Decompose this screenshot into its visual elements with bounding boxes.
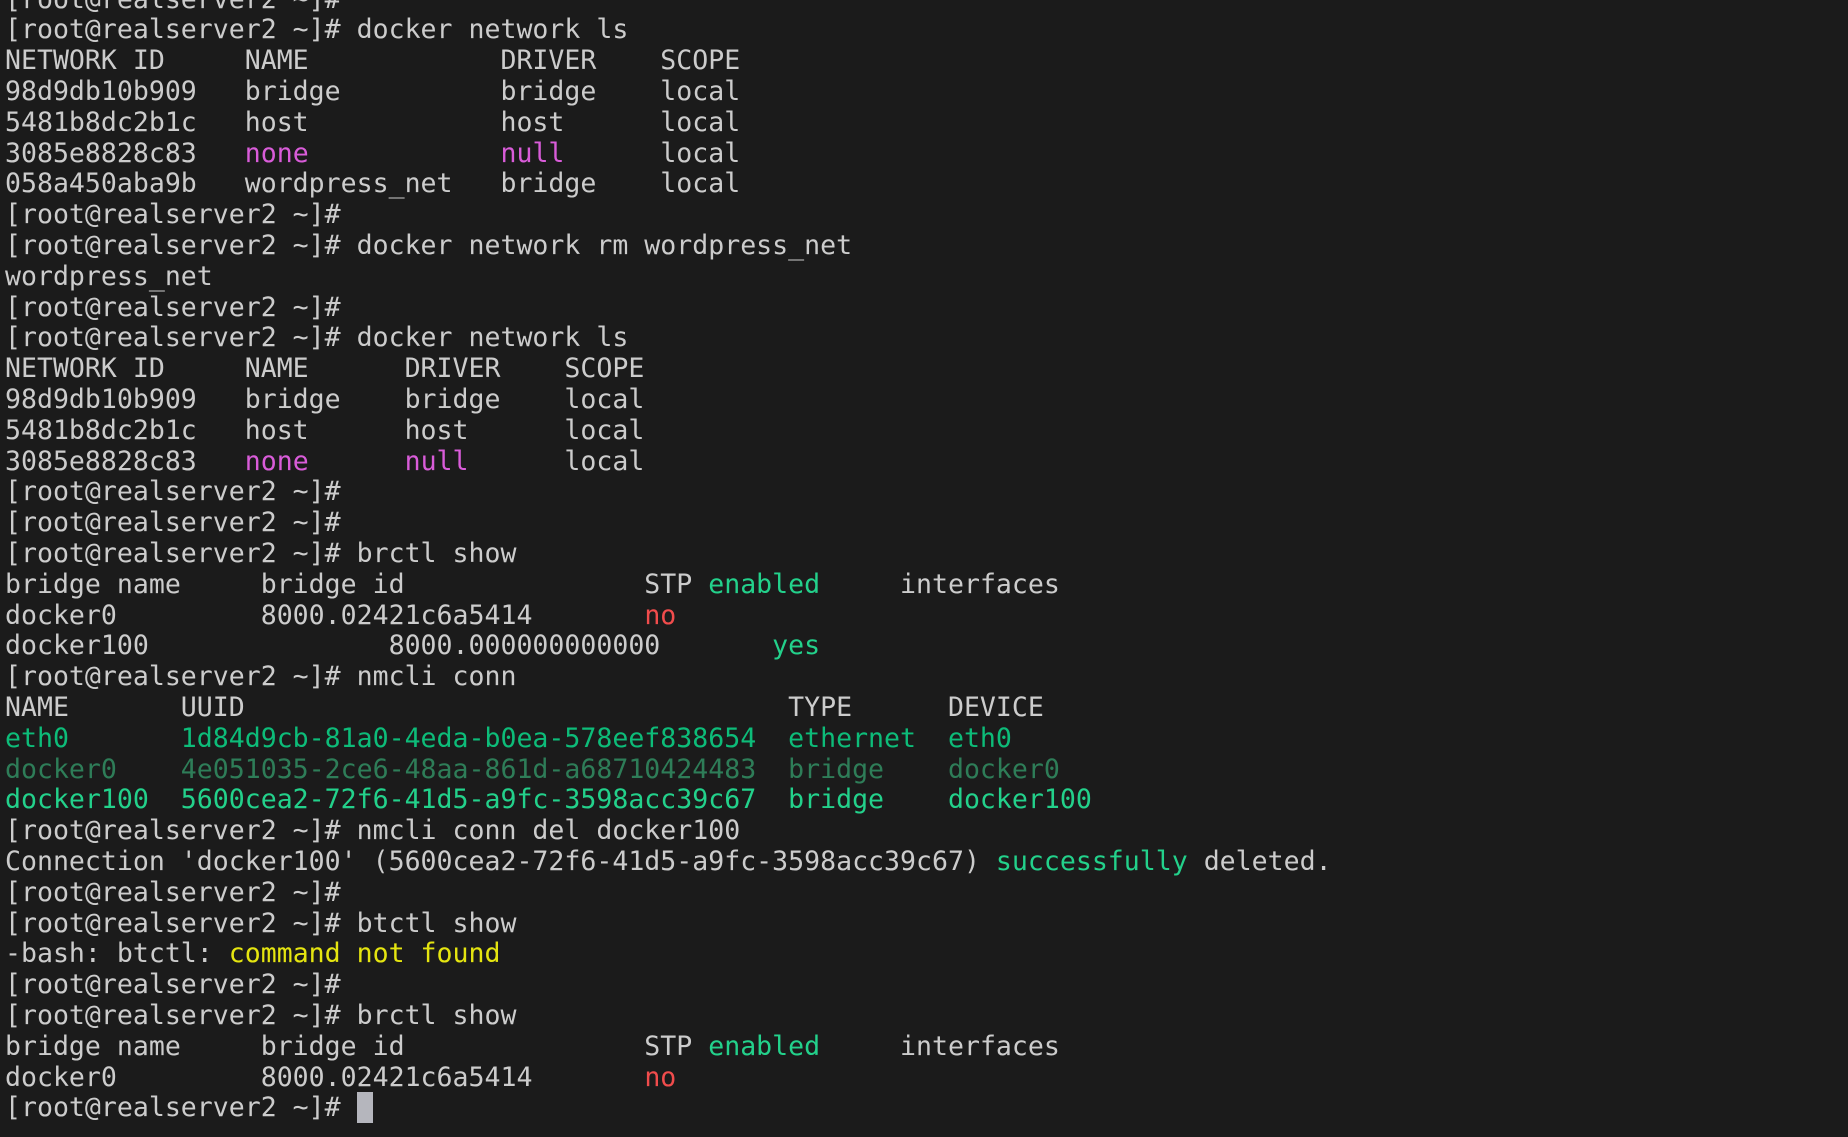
terminal-text: command not found	[229, 938, 501, 969]
terminal-text: eth0 1d84d9cb-81a0-4eda-b0ea-578eef83865…	[5, 723, 1012, 754]
terminal-text: [root@realserver2 ~]#	[5, 507, 341, 538]
terminal-text: wordpress_net	[5, 261, 213, 292]
terminal-text: enabled	[708, 569, 820, 600]
terminal-text: [root@realserver2 ~]#	[5, 476, 341, 507]
terminal-output: [root@realserver2 ~]#[root@realserver2 ~…	[5, 0, 1332, 1124]
terminal-text: -bash: btctl:	[5, 938, 229, 969]
terminal-text: bridge name bridge id STP	[5, 1031, 708, 1062]
terminal-text: bridge name bridge id STP	[5, 569, 708, 600]
terminal-line: [root@realserver2 ~]# nmcli conn	[5, 662, 1332, 693]
terminal-text: docker0 4e051035-2ce6-48aa-861d-a6871042…	[5, 754, 1060, 785]
terminal-text: [root@realserver2 ~]# docker network ls	[5, 322, 628, 353]
terminal-line: [root@realserver2 ~]# docker network ls	[5, 323, 1332, 354]
terminal-text: [root@realserver2 ~]#	[5, 969, 341, 1000]
terminal-text: local	[564, 138, 740, 169]
terminal-line: docker100 5600cea2-72f6-41d5-a9fc-3598ac…	[5, 785, 1332, 816]
terminal-text: 3085e8828c83	[5, 138, 245, 169]
terminal-line: NETWORK ID NAME DRIVER SCOPE	[5, 354, 1332, 385]
terminal-text: NETWORK ID NAME DRIVER SCOPE	[5, 45, 740, 76]
terminal-text: [root@realserver2 ~]# btctl show	[5, 908, 516, 939]
terminal-text: [root@realserver2 ~]#	[5, 292, 341, 323]
terminal-line: NAME UUID TYPE DEVICE	[5, 693, 1332, 724]
terminal-line: docker0 8000.02421c6a5414 no	[5, 601, 1332, 632]
terminal-line: 98d9db10b909 bridge bridge local	[5, 385, 1332, 416]
terminal-line: [root@realserver2 ~]# brctl show	[5, 1001, 1332, 1032]
terminal-line: [root@realserver2 ~]# docker network rm …	[5, 231, 1332, 262]
terminal-text: NAME UUID TYPE DEVICE	[5, 692, 1044, 723]
terminal-line: 5481b8dc2b1c host host local	[5, 416, 1332, 447]
terminal-line: 5481b8dc2b1c host host local	[5, 108, 1332, 139]
terminal-text: none	[245, 138, 309, 169]
terminal-line: [root@realserver2 ~]# btctl show	[5, 909, 1332, 940]
terminal-line: [root@realserver2 ~]# docker network ls	[5, 15, 1332, 46]
terminal-text: [root@realserver2 ~]#	[5, 1092, 357, 1123]
terminal-text: [root@realserver2 ~]#	[5, 0, 341, 15]
terminal-text	[309, 446, 405, 477]
terminal-text: enabled	[708, 1031, 820, 1062]
terminal-text: [root@realserver2 ~]# nmcli conn	[5, 661, 516, 692]
terminal-text: Connection 'docker100' (5600cea2-72f6-41…	[5, 846, 996, 877]
terminal-line: [root@realserver2 ~]#	[5, 0, 1332, 15]
terminal-text: docker100 5600cea2-72f6-41d5-a9fc-3598ac…	[5, 784, 1092, 815]
terminal-line: bridge name bridge id STP enabled interf…	[5, 570, 1332, 601]
terminal-text: [root@realserver2 ~]#	[5, 199, 341, 230]
terminal-line: 3085e8828c83 none null local	[5, 447, 1332, 478]
terminal-line: eth0 1d84d9cb-81a0-4eda-b0ea-578eef83865…	[5, 724, 1332, 755]
terminal-text: [root@realserver2 ~]#	[5, 877, 341, 908]
terminal-text: docker100 8000.000000000000	[5, 630, 772, 661]
terminal-line: 98d9db10b909 bridge bridge local	[5, 77, 1332, 108]
terminal-line: [root@realserver2 ~]# nmcli conn del doc…	[5, 816, 1332, 847]
terminal-text: docker0 8000.02421c6a5414	[5, 1062, 644, 1093]
terminal-text: local	[469, 446, 645, 477]
terminal-text: [root@realserver2 ~]# docker network rm …	[5, 230, 852, 261]
terminal-screen[interactable]: [root@realserver2 ~]#[root@realserver2 ~…	[0, 0, 1848, 1137]
terminal-line: [root@realserver2 ~]#	[5, 1093, 1332, 1124]
terminal-text: null	[500, 138, 564, 169]
terminal-line: [root@realserver2 ~]#	[5, 508, 1332, 539]
terminal-text: successfully	[996, 846, 1188, 877]
terminal-line: 3085e8828c83 none null local	[5, 139, 1332, 170]
terminal-text: 5481b8dc2b1c host host local	[5, 107, 740, 138]
terminal-text: [root@realserver2 ~]# brctl show	[5, 538, 516, 569]
terminal-text: yes	[772, 630, 820, 661]
terminal-line: 058a450aba9b wordpress_net bridge local	[5, 169, 1332, 200]
terminal-text: [root@realserver2 ~]# brctl show	[5, 1000, 516, 1031]
terminal-line: docker100 8000.000000000000 yes	[5, 631, 1332, 662]
terminal-text: 3085e8828c83	[5, 446, 245, 477]
terminal-line: bridge name bridge id STP enabled interf…	[5, 1032, 1332, 1063]
terminal-line: wordpress_net	[5, 262, 1332, 293]
terminal-text: interfaces	[820, 1031, 1060, 1062]
terminal-text: [root@realserver2 ~]# docker network ls	[5, 14, 628, 45]
terminal-line: -bash: btctl: command not found	[5, 939, 1332, 970]
terminal-text: docker0 8000.02421c6a5414	[5, 600, 644, 631]
terminal-line: [root@realserver2 ~]# brctl show	[5, 539, 1332, 570]
terminal-text	[309, 138, 501, 169]
terminal-text: interfaces	[820, 569, 1060, 600]
terminal-line: [root@realserver2 ~]#	[5, 878, 1332, 909]
terminal-text: none	[245, 446, 309, 477]
terminal-text: NETWORK ID NAME DRIVER SCOPE	[5, 353, 644, 384]
terminal-text: no	[644, 1062, 676, 1093]
terminal-line: docker0 8000.02421c6a5414 no	[5, 1063, 1332, 1094]
terminal-line: [root@realserver2 ~]#	[5, 477, 1332, 508]
terminal-text: 98d9db10b909 bridge bridge local	[5, 76, 740, 107]
terminal-text: 058a450aba9b wordpress_net bridge local	[5, 168, 740, 199]
terminal-text: 5481b8dc2b1c host host local	[5, 415, 644, 446]
terminal-text: [root@realserver2 ~]# nmcli conn del doc…	[5, 815, 740, 846]
terminal-line: [root@realserver2 ~]#	[5, 293, 1332, 324]
terminal-line: docker0 4e051035-2ce6-48aa-861d-a6871042…	[5, 755, 1332, 786]
terminal-cursor	[357, 1092, 373, 1123]
terminal-text: no	[644, 600, 676, 631]
terminal-line: Connection 'docker100' (5600cea2-72f6-41…	[5, 847, 1332, 878]
terminal-text: deleted.	[1188, 846, 1332, 877]
terminal-line: NETWORK ID NAME DRIVER SCOPE	[5, 46, 1332, 77]
terminal-text: null	[405, 446, 469, 477]
terminal-text: 98d9db10b909 bridge bridge local	[5, 384, 644, 415]
terminal-line: [root@realserver2 ~]#	[5, 970, 1332, 1001]
terminal-line: [root@realserver2 ~]#	[5, 200, 1332, 231]
